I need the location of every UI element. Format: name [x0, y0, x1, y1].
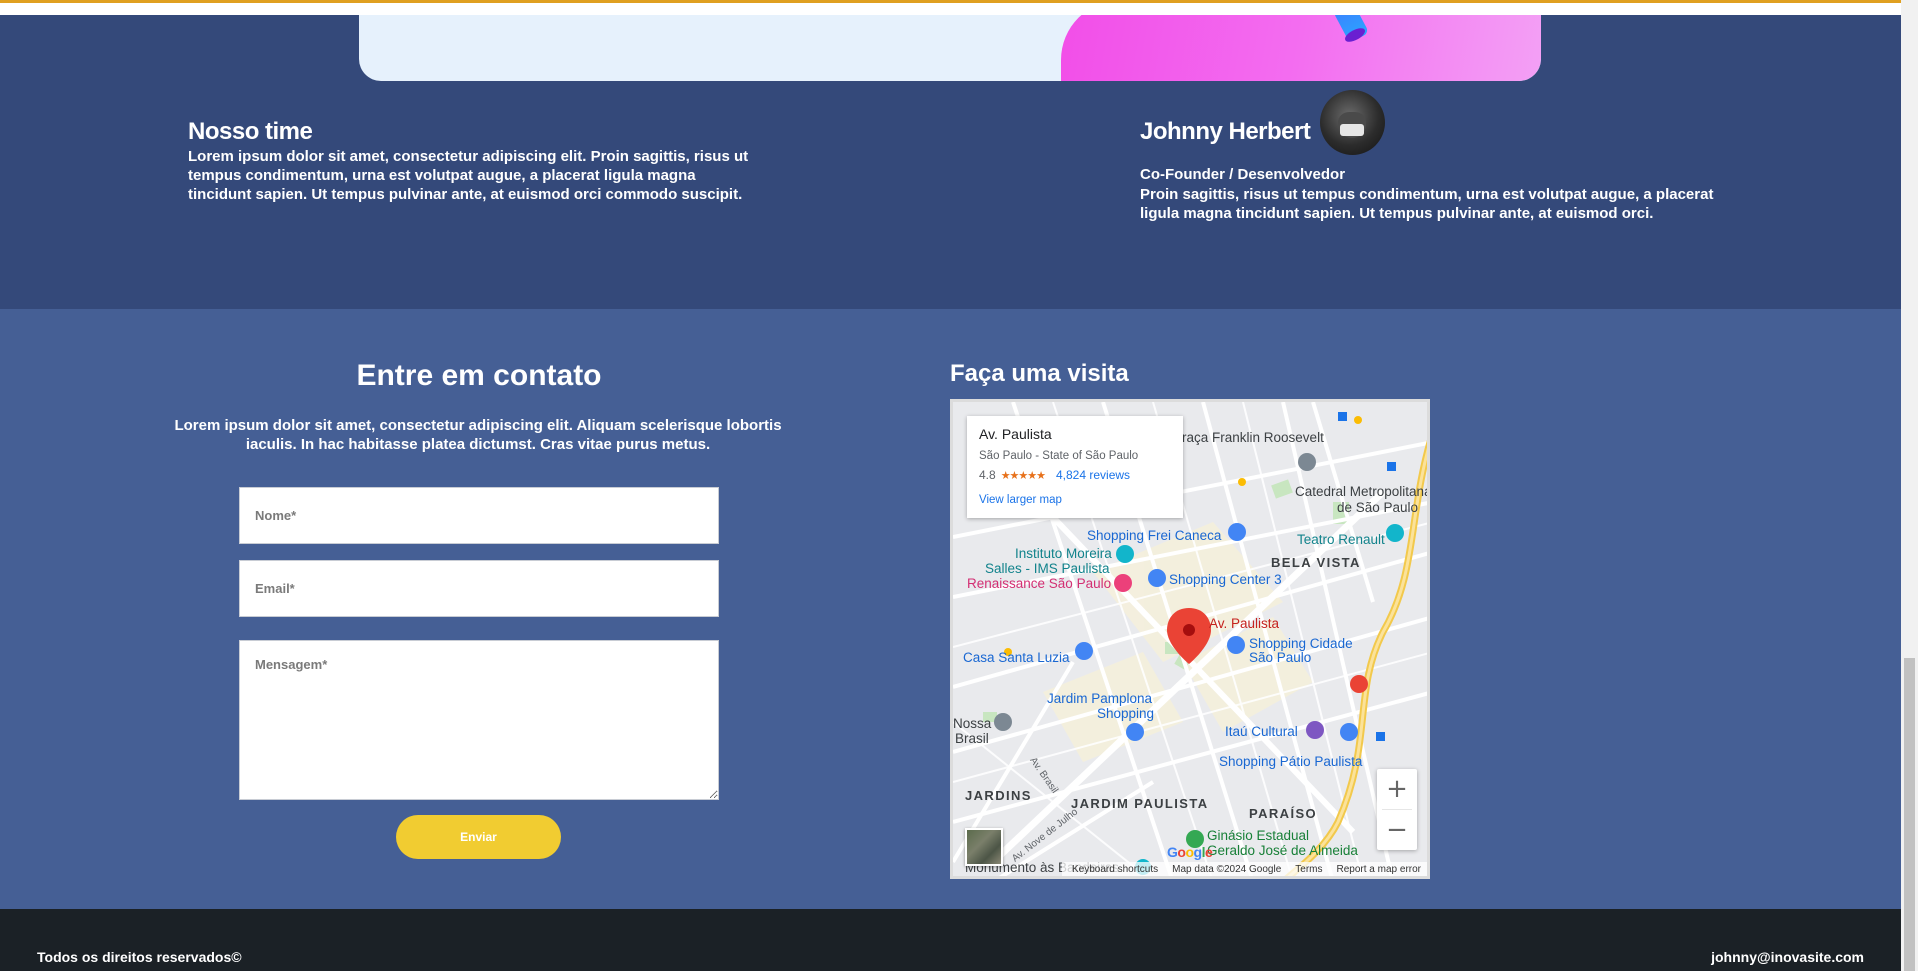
avatar [1320, 90, 1385, 155]
map-label-catedral: Catedral Metropolitana [1295, 484, 1430, 499]
satellite-toggle[interactable] [965, 828, 1003, 866]
map-label-catedral-2: de São Paulo [1337, 500, 1419, 515]
map-label-cidade-2: São Paulo [1249, 650, 1312, 665]
terms-link[interactable]: Terms [1295, 864, 1322, 875]
map-label-pamplona: Jardim Pamplona [1047, 691, 1153, 706]
avatar-mask [1340, 124, 1364, 136]
map-label-nossa: Nossa [953, 716, 992, 731]
team-description: Lorem ipsum dolor sit amet, consectetur … [188, 148, 749, 203]
keyboard-shortcuts-link[interactable]: Keyboard shortcuts [1072, 864, 1158, 875]
map-label-bela-vista: BELA VISTA [1271, 555, 1361, 570]
google-logo: Google [1167, 844, 1213, 860]
map-label-renaissance: Renaissance São Paulo [967, 576, 1112, 591]
report-error-link[interactable]: Report a map error [1337, 864, 1421, 875]
map-data-credit: Map data ©2024 Google [1172, 863, 1282, 875]
team-title: Nosso time [188, 118, 313, 145]
map-label-pamplona-2: Shopping [1097, 706, 1155, 721]
map-label-ginasio-2: Geraldo José de Almeida [1207, 843, 1358, 858]
map-label-ginasio: Ginásio Estadual [1207, 828, 1310, 843]
team-section: f ✦ ◎ Nosso time Lorem ipsum dolor sit a… [0, 0, 1901, 309]
member-bio: Proin sagittis, risus ut tempus condimen… [1140, 186, 1714, 222]
map-place-title: Av. Paulista [979, 426, 1052, 442]
map-label-teatro: Teatro Renault [1297, 532, 1385, 547]
send-button[interactable]: Enviar [396, 815, 561, 859]
map-label-frei-caneca: Shopping Frei Caneca [1087, 528, 1222, 543]
map-label-patio: Shopping Pátio Paulista [1219, 754, 1363, 769]
top-strip [0, 3, 1901, 15]
map-rating-value: 4.8 [979, 468, 996, 482]
scrollbar-thumb[interactable] [1904, 658, 1915, 971]
map-footer: Keyboard shortcuts Map data ©2024 Google… [1061, 862, 1427, 876]
map-label-nossa-2: Brasil [955, 731, 989, 746]
zoom-in-button[interactable]: + [1377, 769, 1417, 809]
map-label-moreira-2: Salles - IMS Paulista [985, 561, 1110, 576]
map-label-moreira: Instituto Moreira [1015, 546, 1112, 561]
visit-title: Faça uma visita [950, 360, 1129, 387]
footer-email[interactable]: johnny@inovasite.com [1711, 949, 1864, 965]
map-label-itau: Itaú Cultural [1225, 724, 1298, 739]
contact-description: Lorem ipsum dolor sit amet, consectetur … [174, 417, 782, 453]
map-label-paraiso: PARAÍSO [1249, 806, 1318, 821]
map-label-cidade: Shopping Cidade [1249, 636, 1353, 651]
star-rating-icon: ★★★★★ [1000, 469, 1046, 482]
name-field[interactable] [239, 487, 719, 544]
map-label-center3: Shopping Center 3 [1169, 572, 1282, 587]
zoom-controls: + − [1377, 769, 1417, 850]
contact-title: Entre em contato [356, 359, 602, 392]
site-footer: Todos os direitos reservados© johnny@ino… [0, 909, 1901, 971]
map-label-santa-luzia: Casa Santa Luzia [963, 650, 1070, 665]
map-pin-label: Av. Paulista [1209, 616, 1280, 631]
footer-rights: Todos os direitos reservados© [37, 949, 242, 965]
email-field[interactable] [239, 560, 719, 617]
map-rating-row: 4.8 ★★★★★ 4,824 reviews [979, 468, 1171, 482]
zoom-out-button[interactable]: − [1377, 810, 1417, 850]
message-field[interactable] [239, 640, 719, 800]
member-name: Johnny Herbert [1140, 118, 1311, 145]
map-place-card: Av. Paulista São Paulo - State of São Pa… [967, 416, 1183, 518]
view-larger-map-link[interactable]: View larger map [979, 494, 1171, 506]
map-place-address: São Paulo - State of São Paulo [979, 450, 1139, 462]
map-label-praca: Praça Franklin Roosevelt [1173, 430, 1324, 445]
map-label-jardins: JARDINS [965, 788, 1032, 803]
reviews-link[interactable]: 4,824 reviews [1056, 468, 1130, 482]
page-scrollbar[interactable] [1901, 0, 1918, 971]
map-label-jardim-paulista: JARDIM PAULISTA [1071, 796, 1209, 811]
map-embed[interactable]: Praça Franklin Roosevelt Catedral Metrop… [950, 399, 1430, 879]
member-role: Co-Founder / Desenvolvedor [1140, 166, 1346, 183]
